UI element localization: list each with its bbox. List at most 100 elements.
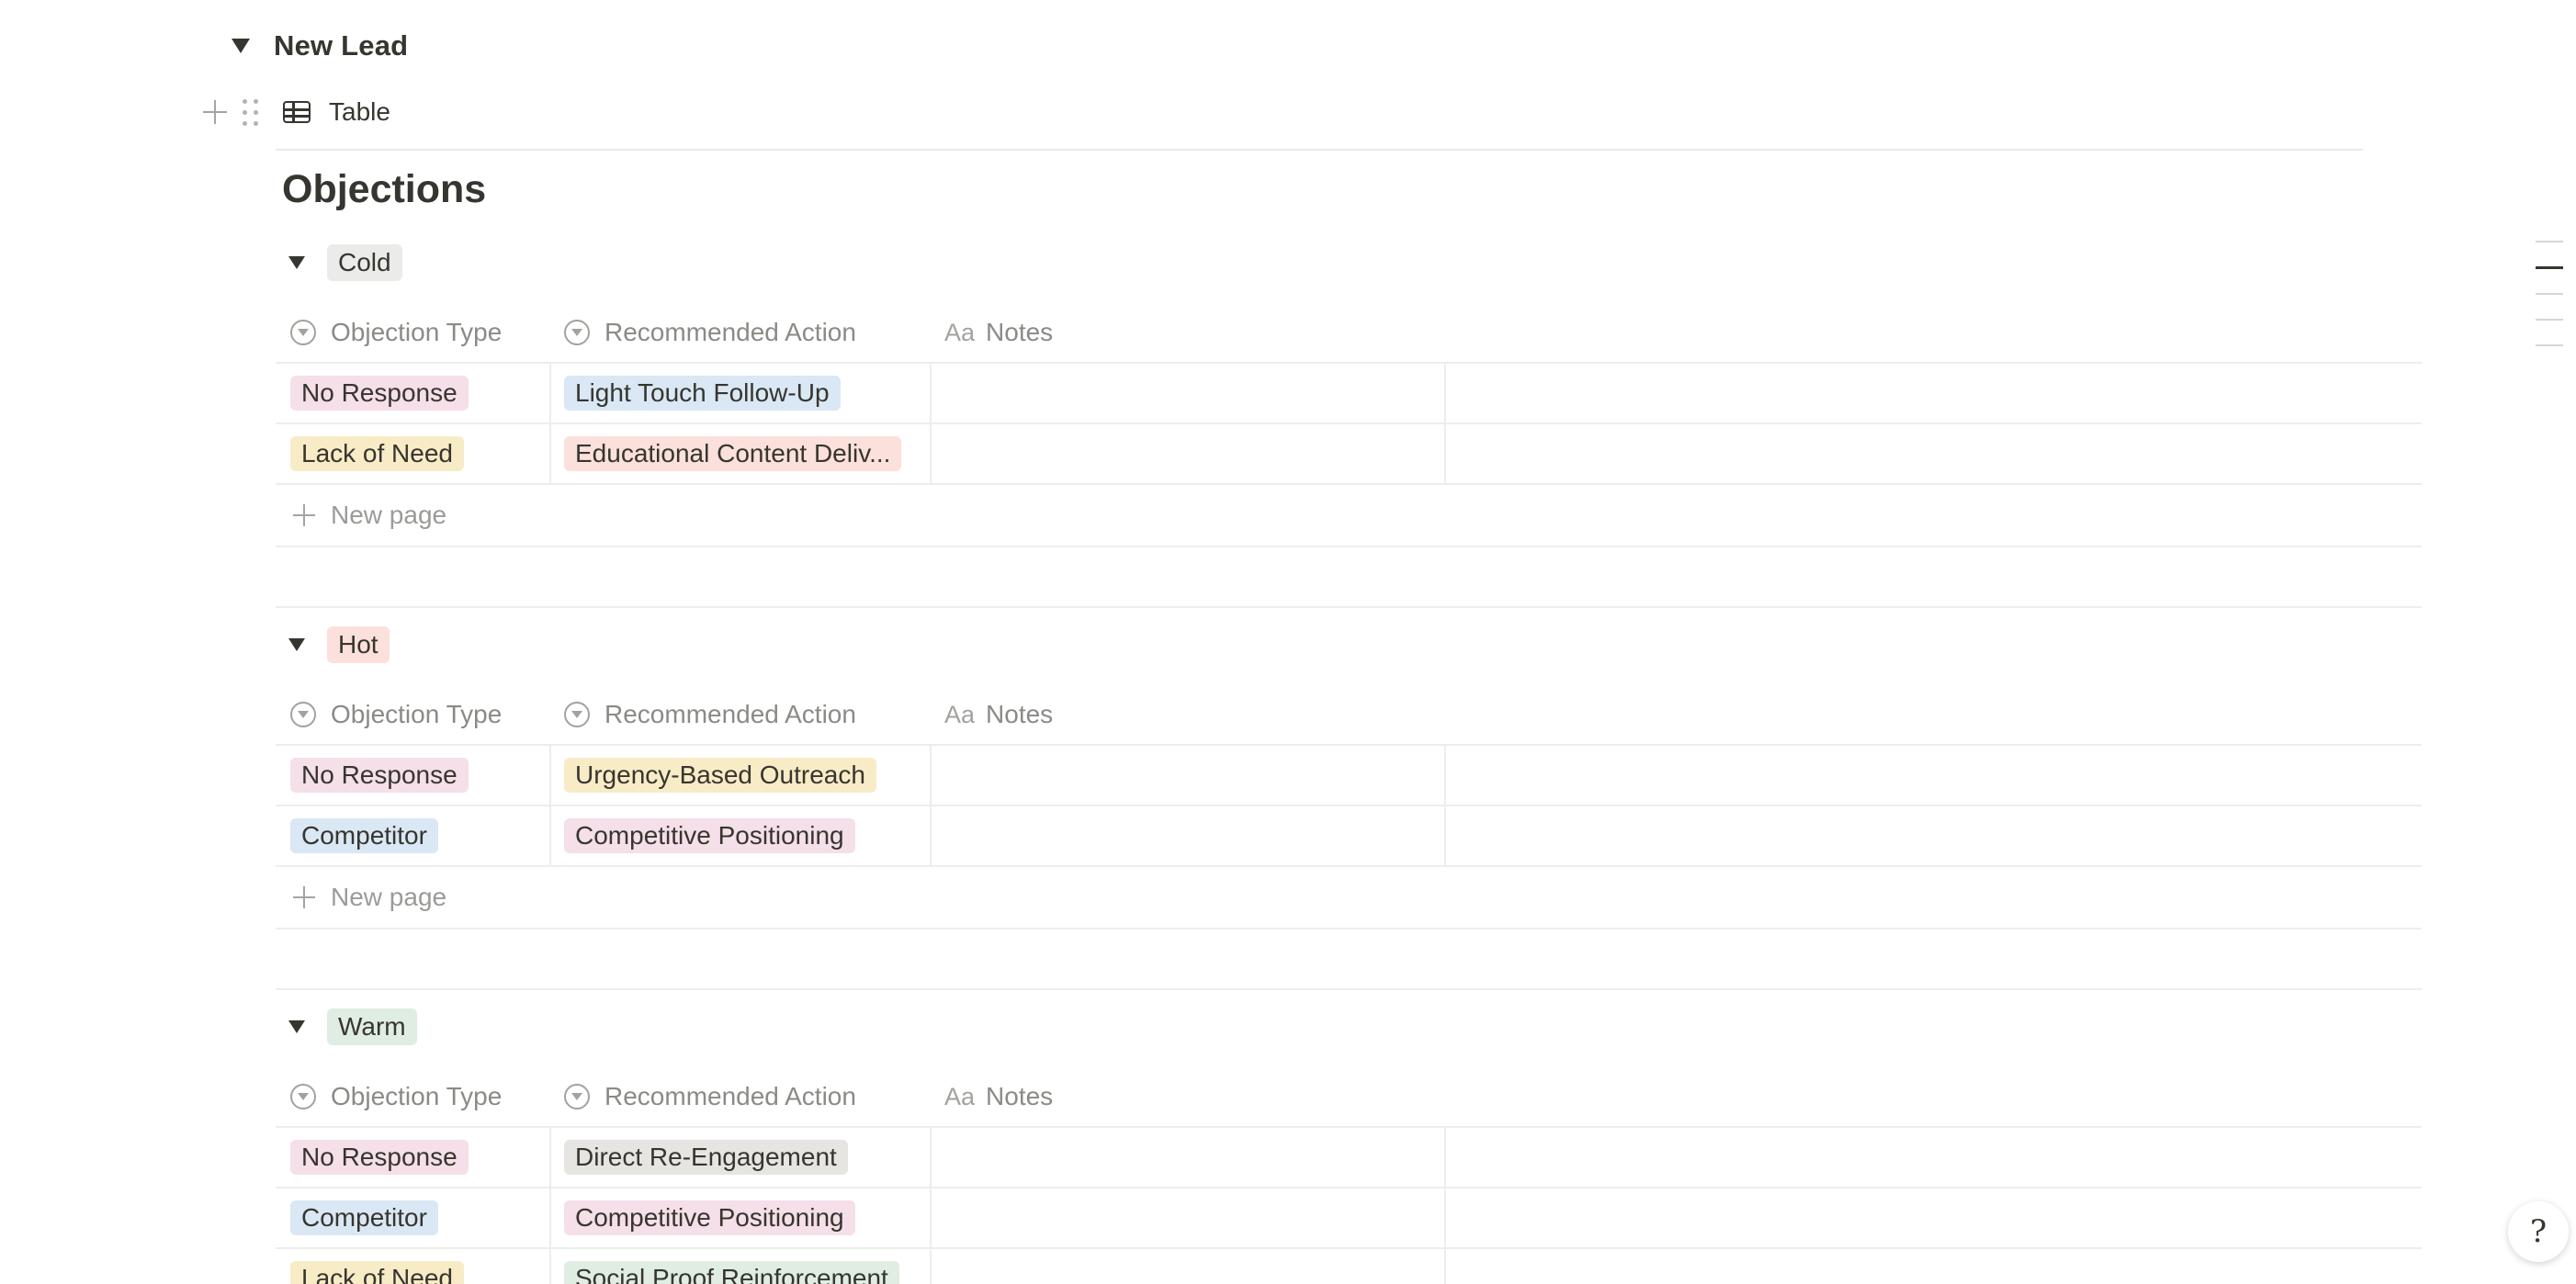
new-page-label: New page [331,883,447,911]
new-page-label: New page [331,501,447,529]
database-title[interactable]: Objections [282,167,486,212]
column-objection-type[interactable]: Objection Type [290,685,502,744]
column-recommended-action[interactable]: Recommended Action [564,1067,856,1126]
column-header-label: Notes [986,318,1054,346]
table-row[interactable]: Lack of Need Social Proof Reinforcement [276,1249,2422,1284]
toggle-triangle-icon[interactable] [232,39,250,53]
column-objection-type[interactable]: Objection Type [290,1067,502,1126]
page-outline[interactable] [2536,241,2563,370]
notes-cell[interactable] [932,364,1442,422]
add-block-icon[interactable] [200,97,230,127]
recommended-action-cell[interactable]: Urgency-Based Outreach [564,746,876,805]
select-property-icon [564,320,590,345]
objection-type-cell[interactable]: No Response [290,364,469,422]
outline-dash[interactable] [2536,241,2563,242]
table-row[interactable]: No Response Urgency-Based Outreach [276,746,2422,806]
group-header[interactable]: Warm [288,1005,417,1049]
text-property-icon: Aa [944,700,976,728]
new-page-button[interactable]: New page [276,485,2422,547]
notes-cell[interactable] [932,806,1442,865]
objection-type-cell[interactable]: No Response [290,746,469,805]
outline-dash-active[interactable] [2536,266,2563,269]
objection-type-tag: Competitor [290,1200,438,1235]
group-0: Cold Objection Type Recommended Action Aa No… [276,241,2422,555]
objection-type-cell[interactable]: Competitor [290,1188,438,1247]
notes-cell[interactable] [932,1188,1442,1247]
notes-cell[interactable] [932,1249,1442,1284]
column-divider [1444,1188,1446,1247]
new-lead-toggle[interactable]: New Lead [232,24,408,68]
group-header[interactable]: Hot [288,623,390,667]
column-divider [549,364,551,422]
table-row[interactable]: Competitor Competitive Positioning [276,806,2422,867]
outline-dash[interactable] [2536,319,2563,321]
select-property-icon [564,702,590,727]
group-toggle-icon[interactable] [288,256,305,269]
table-icon [283,101,311,123]
drag-handle-icon[interactable] [243,98,261,126]
notes-cell[interactable] [932,746,1442,805]
new-page-button[interactable]: New page [276,867,2422,929]
table-row[interactable]: Competitor Competitive Positioning [276,1188,2422,1249]
recommended-action-cell[interactable]: Educational Content Deliv... [564,424,902,483]
column-notes[interactable]: Aa Notes [944,685,1053,744]
view-tab-table[interactable]: Table [329,97,390,127]
column-header-label: Recommended Action [604,318,856,346]
column-notes[interactable]: Aa Notes [944,1067,1053,1126]
objection-type-tag: Lack of Need [290,1261,464,1284]
objection-type-cell[interactable]: Competitor [290,806,438,865]
help-icon: ? [2529,1213,2548,1250]
group-separator [276,606,2422,608]
objection-type-cell[interactable]: Lack of Need [290,424,464,483]
column-divider [549,1128,551,1187]
recommended-action-tag: Light Touch Follow-Up [564,376,841,411]
column-headers: Objection Type Recommended Action Aa Notes [276,685,2422,746]
objection-type-tag: Competitor [290,818,438,853]
recommended-action-cell[interactable]: Competitive Positioning [564,806,855,865]
plus-icon [292,885,316,909]
select-property-icon [290,1084,316,1109]
select-property-icon [290,320,316,345]
help-button[interactable]: ? [2508,1201,2569,1262]
column-divider [549,424,551,483]
column-recommended-action[interactable]: Recommended Action [564,685,856,744]
recommended-action-tag: Competitive Positioning [564,818,855,853]
recommended-action-cell[interactable]: Direct Re-Engagement [564,1128,848,1187]
notes-cell[interactable] [932,424,1442,483]
table-row[interactable]: No Response Light Touch Follow-Up [276,364,2422,424]
recommended-action-cell[interactable]: Light Touch Follow-Up [564,364,841,422]
column-header-label: Recommended Action [604,1082,856,1110]
database-view-bar: Table [200,88,390,136]
notes-cell[interactable] [932,1128,1442,1187]
table-row[interactable]: Lack of Need Educational Content Deliv... [276,424,2422,485]
column-header-label: Recommended Action [604,700,856,728]
column-objection-type[interactable]: Objection Type [290,303,502,362]
column-divider [1444,364,1446,422]
recommended-action-tag: Direct Re-Engagement [564,1140,848,1175]
text-property-icon: Aa [944,1082,976,1110]
column-recommended-action[interactable]: Recommended Action [564,303,856,362]
recommended-action-tag: Social Proof Reinforcement [564,1261,899,1284]
group-toggle-icon[interactable] [288,638,305,651]
outline-dash[interactable] [2536,344,2563,346]
recommended-action-cell[interactable]: Competitive Positioning [564,1188,855,1247]
column-headers: Objection Type Recommended Action Aa Notes [276,1067,2422,1128]
objection-type-cell[interactable]: No Response [290,1128,469,1187]
outline-dash[interactable] [2536,293,2563,295]
recommended-action-cell[interactable]: Social Proof Reinforcement [564,1249,899,1284]
group-label: Hot [327,626,390,663]
recommended-action-tag: Urgency-Based Outreach [564,758,876,793]
column-divider [1444,806,1446,865]
column-divider [1444,1249,1446,1284]
plus-icon [292,503,316,527]
column-divider [1444,424,1446,483]
select-property-icon [564,1084,590,1109]
group-separator [276,988,2422,990]
column-divider [549,806,551,865]
column-notes[interactable]: Aa Notes [944,303,1053,362]
objection-type-tag: No Response [290,758,469,793]
group-header[interactable]: Cold [288,241,402,285]
group-toggle-icon[interactable] [288,1020,305,1033]
table-row[interactable]: No Response Direct Re-Engagement [276,1128,2422,1188]
objection-type-cell[interactable]: Lack of Need [290,1249,464,1284]
